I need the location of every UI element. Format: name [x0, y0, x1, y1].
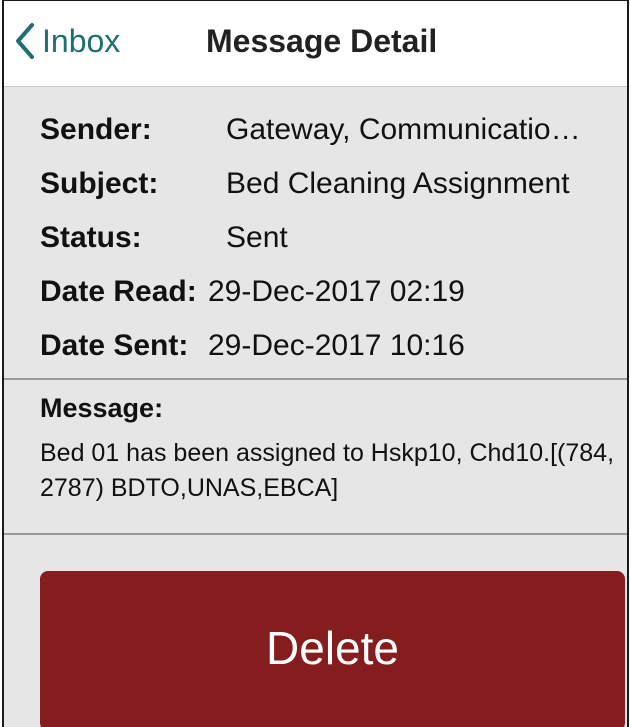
sender-row: Sender: Gateway, Communicatio…: [40, 103, 617, 157]
date-read-row: Date Read: 29-Dec-2017 02:19: [40, 265, 617, 319]
page-title: Message Detail: [206, 23, 438, 59]
navigation-bar: Inbox Message Detail: [4, 0, 627, 87]
status-value: Sent: [226, 221, 288, 254]
delete-button[interactable]: Delete: [40, 571, 625, 727]
chevron-left-icon: [14, 21, 36, 61]
subject-value: Bed Cleaning Assignment: [226, 167, 570, 200]
message-divider: [4, 533, 627, 535]
sender-value: Gateway, Communicatio…: [226, 113, 581, 146]
back-to-inbox-button[interactable]: Inbox: [14, 19, 120, 63]
date-sent-row: Date Sent: 29-Dec-2017 10:16: [40, 319, 617, 373]
delete-button-label: Delete: [266, 622, 399, 674]
message-body: Bed 01 has been assigned to Hskp10, Chd1…: [40, 439, 615, 502]
status-row: Status: Sent: [40, 211, 617, 265]
back-label: Inbox: [42, 22, 121, 59]
date-sent-label: Date Sent:: [40, 329, 189, 362]
message-details: Sender: Gateway, Communicatio… Subject: …: [40, 103, 617, 373]
status-label: Status:: [40, 221, 142, 254]
date-read-value: 29-Dec-2017 02:19: [208, 275, 465, 308]
message-detail-screen: Inbox Message Detail Sender: Gateway, Co…: [2, 0, 629, 727]
subject-label: Subject:: [40, 167, 159, 200]
date-read-label: Date Read:: [40, 275, 197, 308]
message-label: Message:: [40, 393, 164, 423]
sender-label: Sender:: [40, 113, 152, 146]
subject-row: Subject: Bed Cleaning Assignment: [40, 157, 617, 211]
details-divider: [4, 378, 627, 380]
date-sent-value: 29-Dec-2017 10:16: [208, 329, 465, 362]
